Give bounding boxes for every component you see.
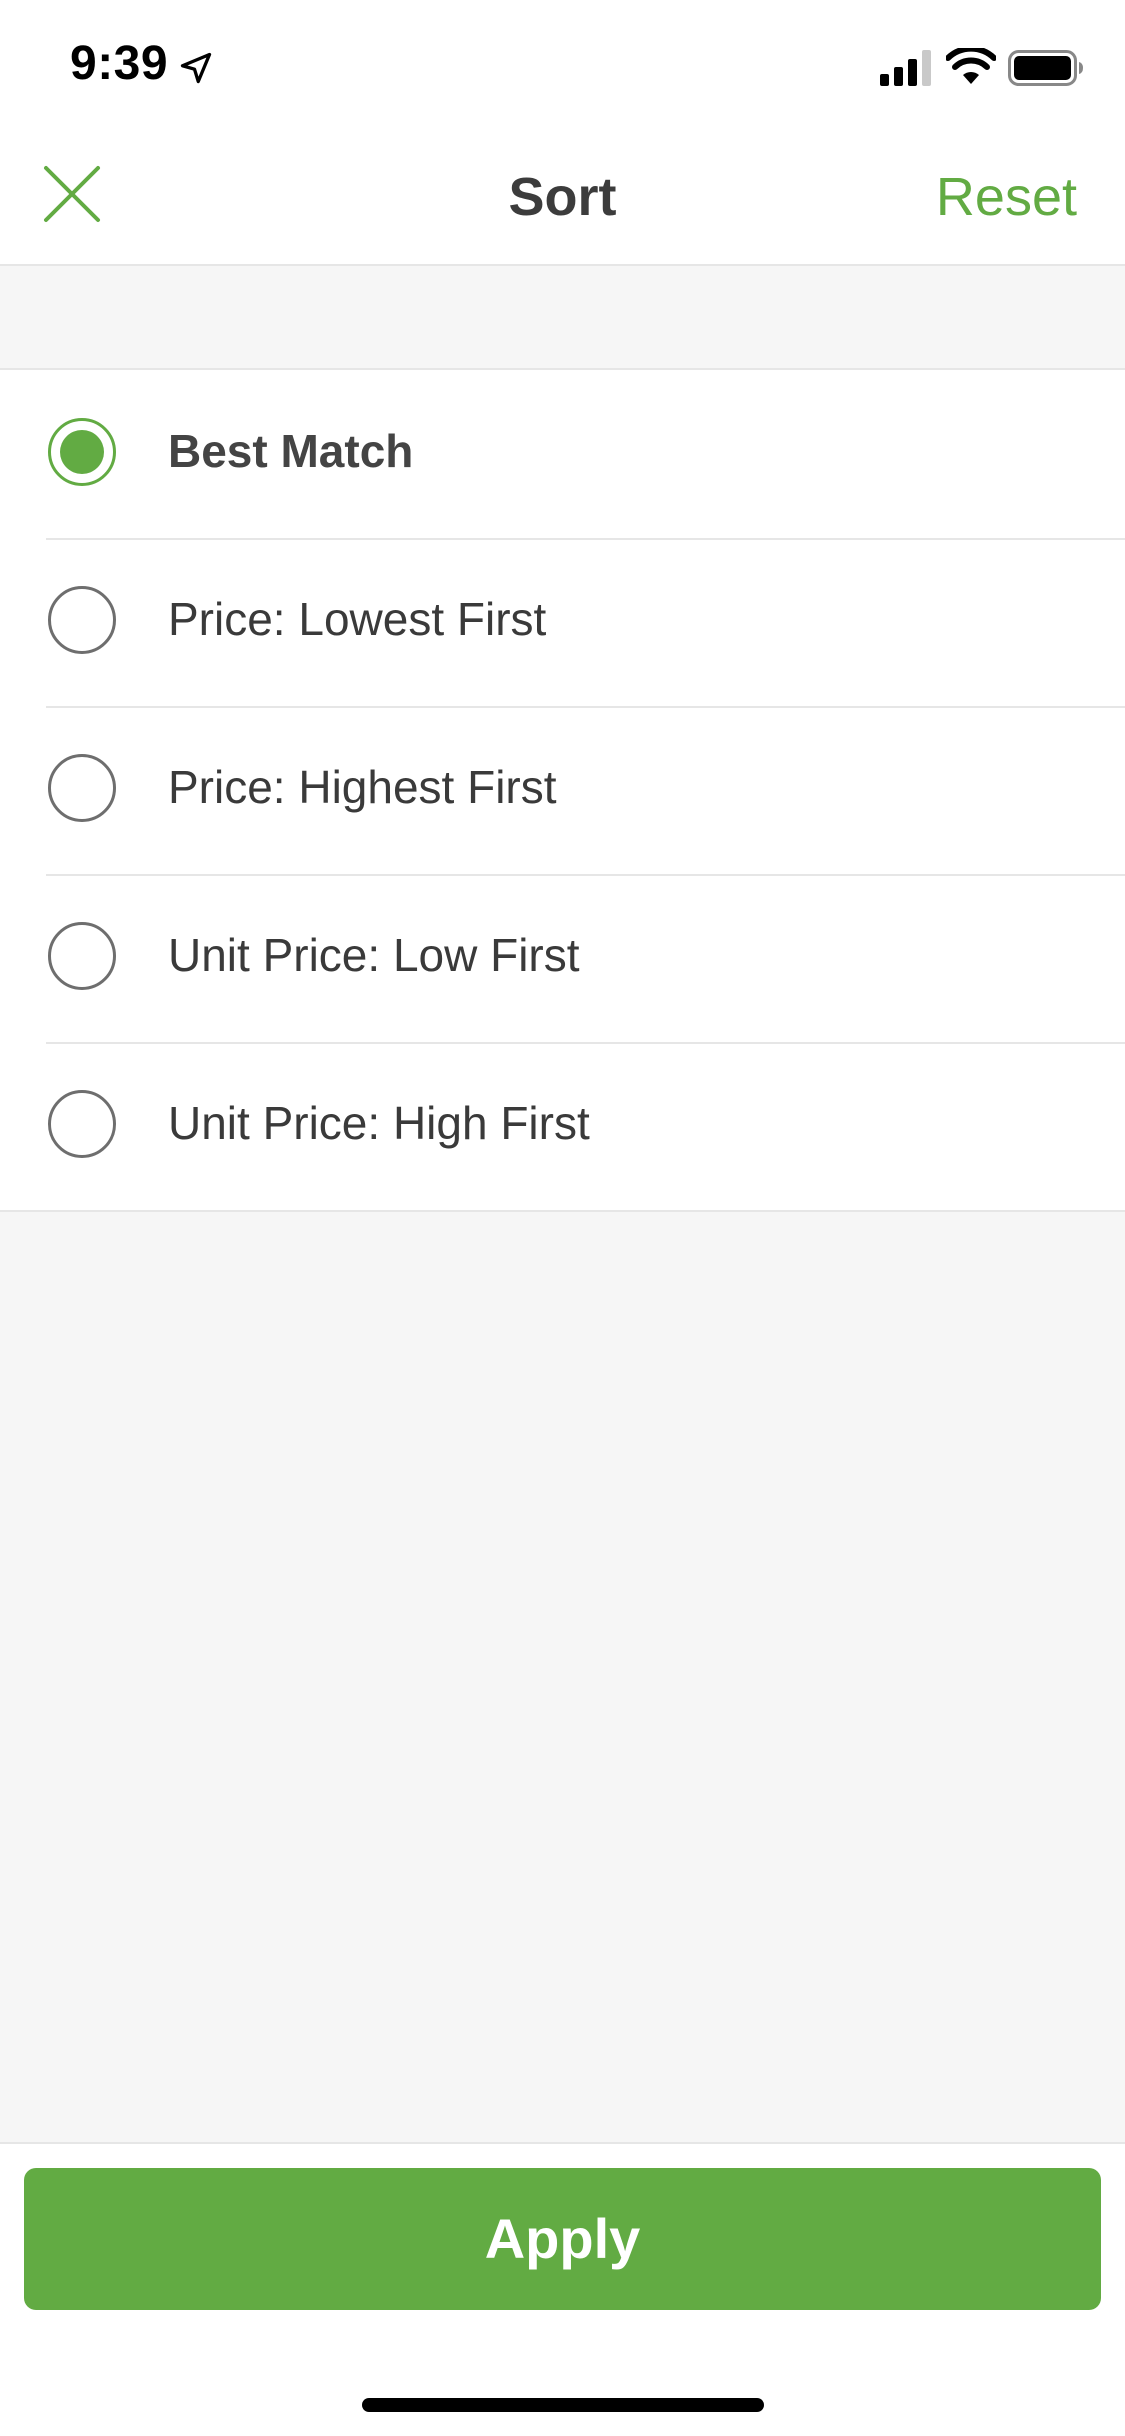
sort-option-label: Best Match: [168, 425, 414, 477]
reset-button[interactable]: Reset: [936, 166, 1077, 228]
sort-option-label: Unit Price: Low First: [168, 929, 580, 981]
sort-option-label: Price: Lowest First: [168, 593, 547, 645]
status-bar: 9:39: [0, 0, 1125, 132]
radio-button[interactable]: [48, 754, 116, 822]
cellular-signal-icon: [880, 50, 931, 86]
sort-option-price-highest[interactable]: Price: Highest First: [0, 706, 1125, 874]
nav-bar: Sort Reset: [0, 132, 1125, 266]
battery-icon: [1008, 50, 1083, 86]
sort-option-unit-price-low[interactable]: Unit Price: Low First: [0, 874, 1125, 1042]
home-indicator[interactable]: [362, 2398, 764, 2412]
radio-button[interactable]: [48, 586, 116, 654]
sort-option-best-match[interactable]: Best Match: [0, 370, 1125, 538]
sort-option-price-lowest[interactable]: Price: Lowest First: [0, 538, 1125, 706]
sort-screen: 9:39 Sort Reset Best Match Price: Lowest…: [0, 0, 1125, 2436]
sort-options-list: Best Match Price: Lowest First Price: Hi…: [0, 370, 1125, 1212]
radio-button[interactable]: [48, 418, 116, 486]
sort-option-unit-price-high[interactable]: Unit Price: High First: [0, 1042, 1125, 1210]
location-arrow-icon: [180, 52, 212, 84]
sort-option-label: Unit Price: High First: [168, 1097, 590, 1149]
apply-button[interactable]: Apply: [24, 2168, 1101, 2310]
sort-option-label: Price: Highest First: [168, 761, 557, 813]
bottom-bar: Apply: [0, 2142, 1125, 2436]
section-spacer: [0, 266, 1125, 370]
wifi-icon: [946, 48, 996, 84]
status-time: 9:39: [70, 37, 169, 90]
radio-button[interactable]: [48, 922, 116, 990]
radio-button[interactable]: [48, 1090, 116, 1158]
